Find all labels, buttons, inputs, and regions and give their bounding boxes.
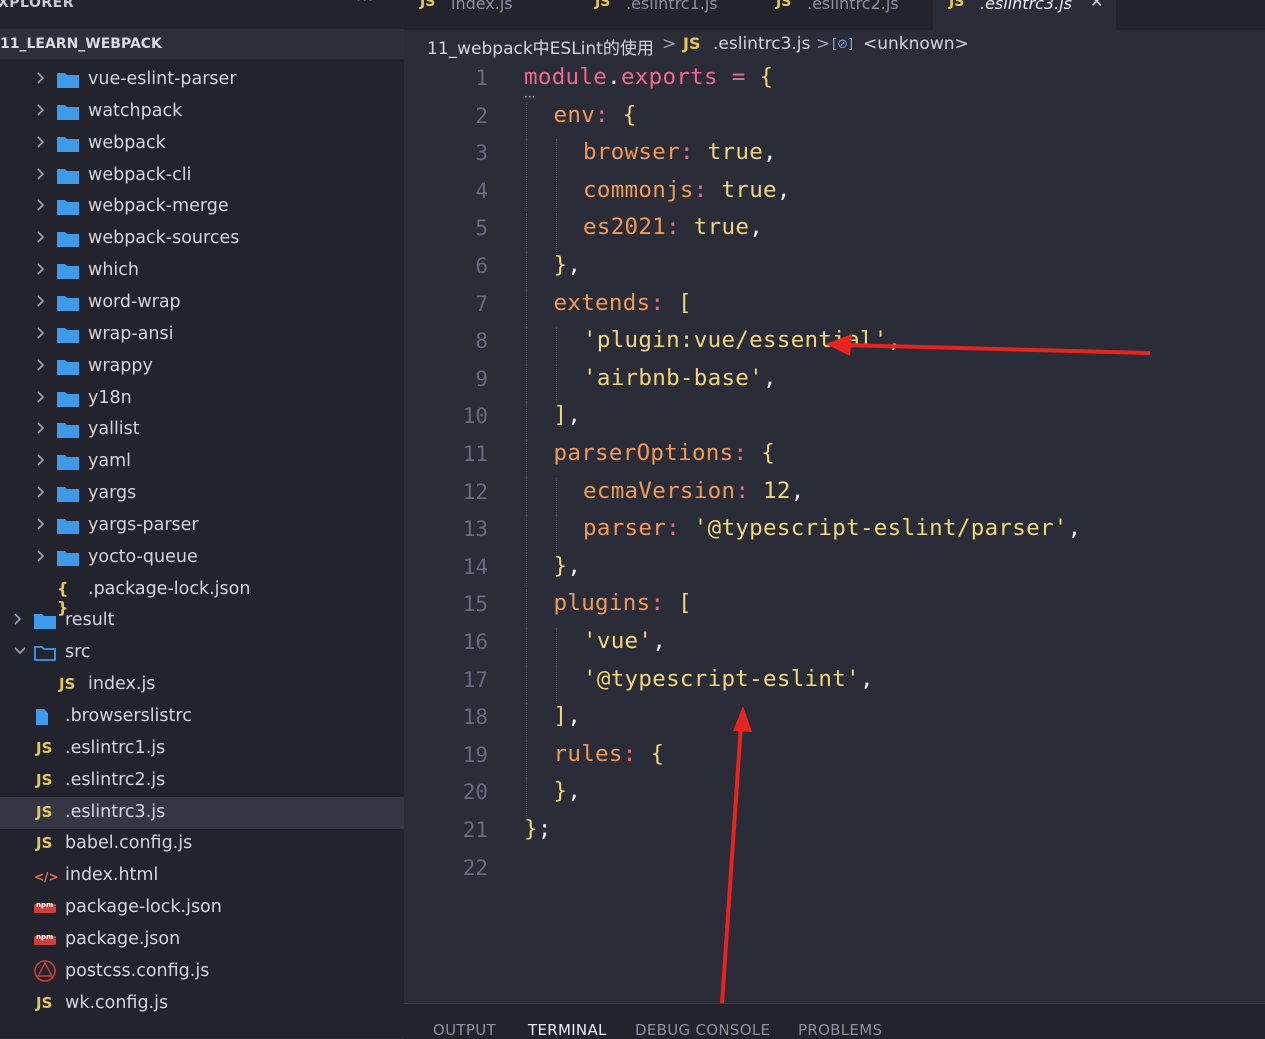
arrow-head-1 [826, 334, 852, 356]
arrow-head-2 [733, 706, 752, 732]
arrow-line-1 [843, 343, 1151, 355]
annotation-arrows [720, 334, 1151, 1004]
arrow-line-2 [720, 724, 743, 1004]
